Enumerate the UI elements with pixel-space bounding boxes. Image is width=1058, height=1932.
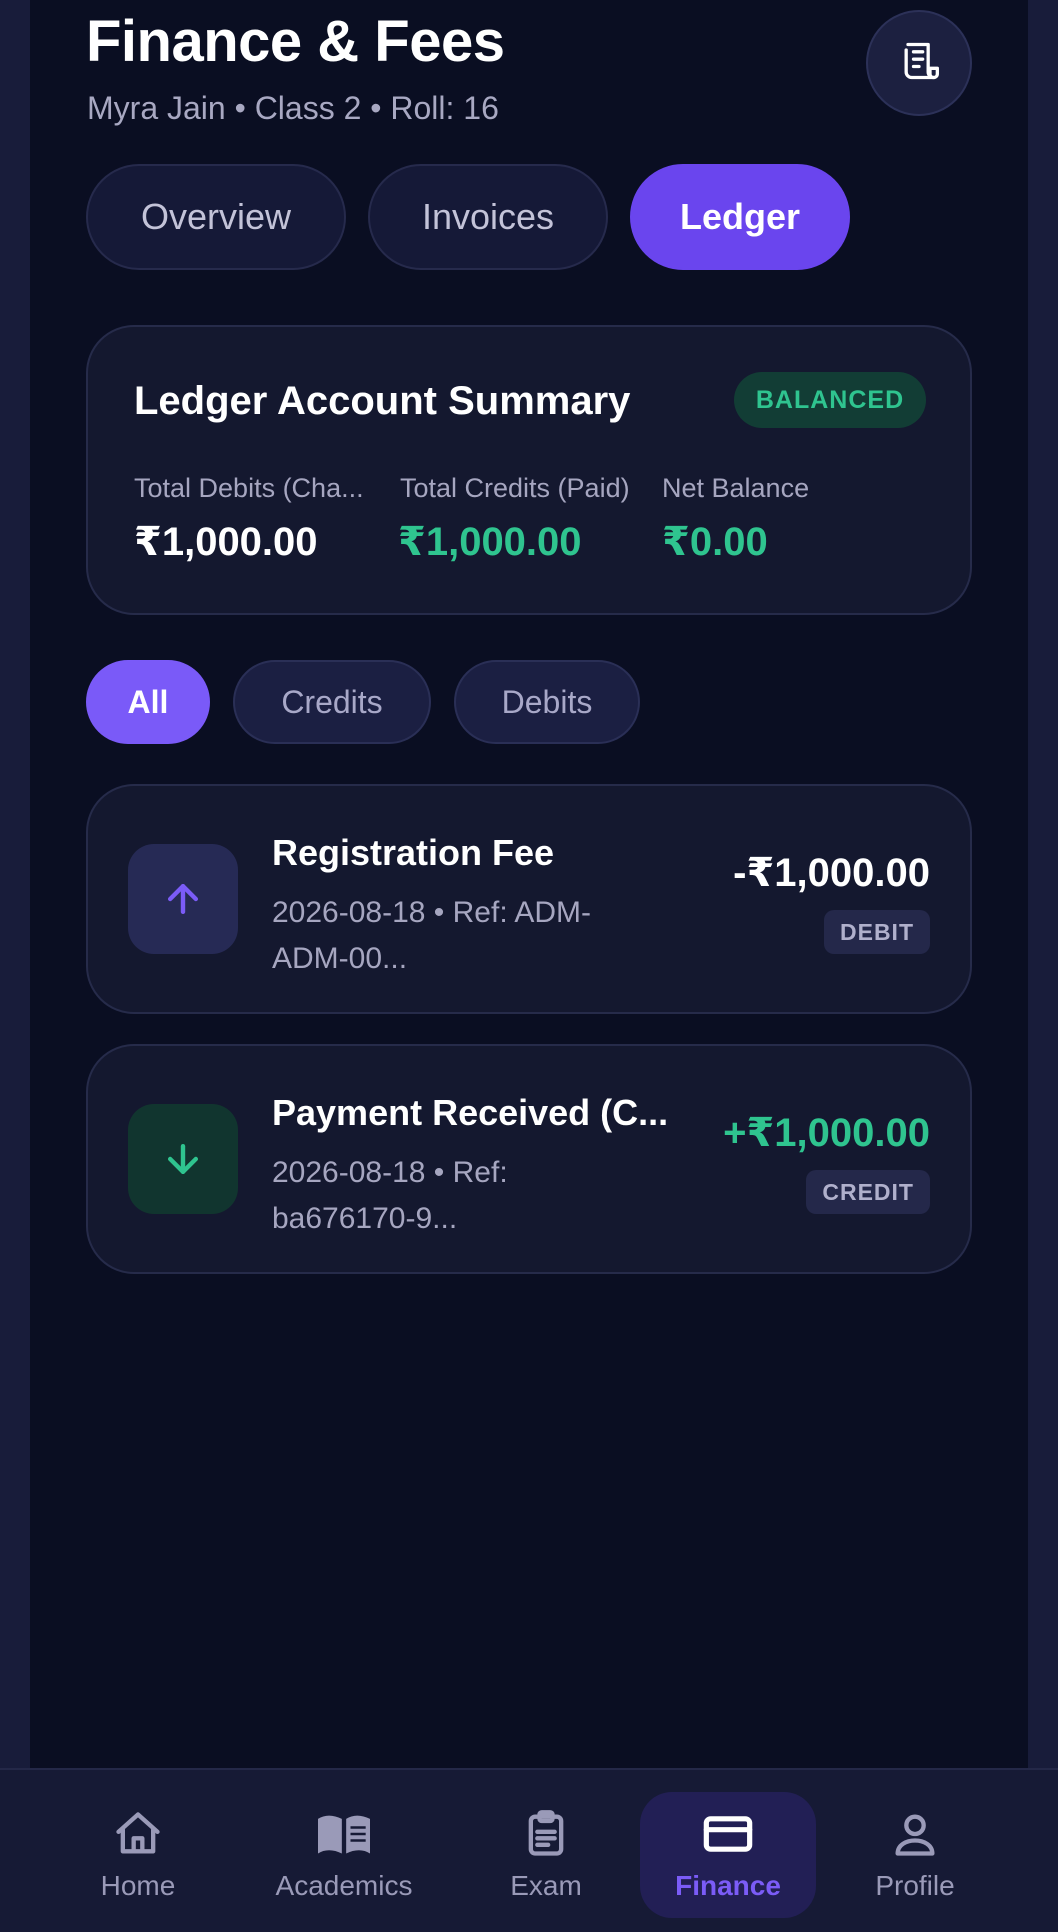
- total-debits-label: Total Debits (Cha...: [134, 473, 364, 503]
- status-badge: BALANCED: [734, 372, 926, 428]
- arrow-down-icon: [128, 1104, 238, 1214]
- clipboard-icon: [528, 1810, 564, 1856]
- filter-all[interactable]: All: [86, 660, 210, 744]
- net-balance-label: Net Balance: [662, 473, 810, 503]
- nav-academics[interactable]: Academics: [256, 1792, 432, 1918]
- home-icon: [116, 1812, 160, 1854]
- nav-academics-label: Academics: [275, 1870, 413, 1901]
- transaction-meta: 2026-08-18 • Ref: ba676170-9...: [272, 1156, 508, 1235]
- book-icon: [318, 1815, 370, 1854]
- transaction-row[interactable]: Registration Fee 2026-08-18 • Ref: ADM-A…: [86, 784, 972, 1014]
- nav-exam[interactable]: Exam: [490, 1792, 602, 1918]
- nav-home[interactable]: Home: [70, 1792, 206, 1918]
- transaction-amount: -₹1,000.00: [733, 851, 930, 895]
- ledger-summary-card: Ledger Account Summary BALANCED Total De…: [86, 325, 972, 615]
- screen-edge-left: [0, 0, 30, 1768]
- transaction-meta: 2026-08-18 • Ref: ADM-ADM-00...: [272, 896, 591, 975]
- net-balance-value: ₹0.00: [662, 520, 768, 564]
- filter-debits[interactable]: Debits: [454, 660, 640, 744]
- filter-credits[interactable]: Credits: [233, 660, 431, 744]
- nav-profile[interactable]: Profile: [860, 1792, 970, 1918]
- transaction-amount: +₹1,000.00: [723, 1111, 930, 1155]
- total-credits-label: Total Credits (Paid): [400, 473, 630, 503]
- bottom-nav: Home Academics Exam Finance Profile: [0, 1768, 1058, 1932]
- transaction-title: Payment Received (C...: [272, 1092, 669, 1133]
- transaction-type-badge: CREDIT: [806, 1170, 930, 1214]
- tab-overview[interactable]: Overview: [86, 164, 346, 270]
- tab-ledger[interactable]: Ledger: [630, 164, 850, 270]
- transaction-type-badge: DEBIT: [824, 910, 930, 954]
- user-icon: [895, 1814, 935, 1856]
- tab-invoices[interactable]: Invoices: [368, 164, 608, 270]
- transaction-row[interactable]: Payment Received (C... 2026-08-18 • Ref:…: [86, 1044, 972, 1274]
- student-info: Myra Jain • Class 2 • Roll: 16: [87, 90, 499, 126]
- arrow-up-icon: [128, 844, 238, 954]
- transaction-title: Registration Fee: [272, 832, 555, 873]
- card-icon: [703, 1816, 753, 1852]
- summary-title: Ledger Account Summary: [134, 379, 631, 423]
- screen-edge-right: [1028, 0, 1058, 1768]
- receipt-button[interactable]: [866, 10, 972, 116]
- nav-exam-label: Exam: [510, 1870, 582, 1901]
- page-title: Finance & Fees: [86, 9, 505, 74]
- nav-home-label: Home: [100, 1870, 176, 1901]
- total-credits-value: ₹1,000.00: [398, 520, 582, 564]
- nav-finance[interactable]: Finance: [640, 1792, 816, 1918]
- receipt-icon: [897, 39, 941, 88]
- nav-profile-label: Profile: [875, 1870, 955, 1901]
- nav-finance-label: Finance: [675, 1870, 781, 1901]
- total-debits-value: ₹1,000.00: [134, 520, 318, 564]
